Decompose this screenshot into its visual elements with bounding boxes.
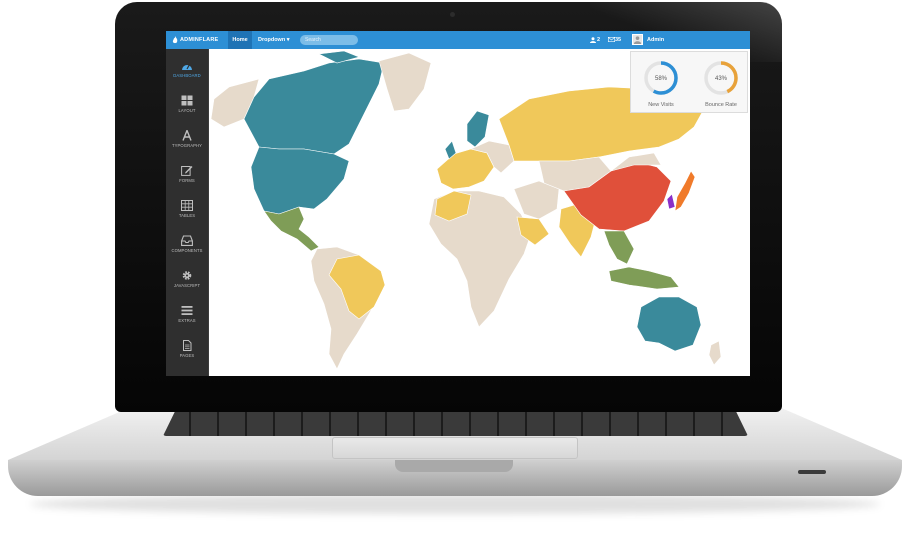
sidebar-item-label: TYPOGRAPHY — [171, 143, 203, 148]
laptop-shadow — [30, 494, 880, 514]
sidebar-item-components[interactable]: COMPONENTS — [166, 228, 208, 262]
country-mexico — [263, 206, 320, 252]
laptop-led — [798, 470, 826, 474]
camera — [450, 12, 455, 17]
stats-widget: 58% New Visits 43% Bounce Rate — [630, 51, 748, 113]
brand-logo[interactable]: ADMINFLARE — [180, 31, 218, 49]
laptop-keyboard — [163, 412, 748, 436]
bounce-rate-label: Bounce Rate — [705, 102, 737, 108]
search-input[interactable] — [300, 35, 358, 45]
new-visits-gauge: 58% — [644, 61, 678, 95]
laptop-notch — [395, 460, 513, 472]
country-new-zealand — [708, 340, 722, 366]
sidebar-item-typography[interactable]: TYPOGRAPHY — [166, 123, 208, 157]
layout-icon — [181, 95, 193, 106]
sidebar-item-tables[interactable]: TABLES — [166, 193, 208, 227]
country-canada — [243, 58, 385, 155]
sidebar-item-javascript[interactable]: JAVASCRIPT — [166, 263, 208, 297]
bounce-rate-value: 43% — [715, 76, 728, 82]
top-navbar: ADMINFLARE Home Dropdown ▾ 2 35 Admin — [166, 31, 750, 49]
sidebar-item-label: PAGES — [179, 353, 195, 358]
sidebar-item-forms[interactable]: FORMS — [166, 158, 208, 192]
nav-dropdown[interactable]: Dropdown ▾ — [258, 31, 289, 49]
country-japan — [674, 170, 696, 212]
flame-icon — [172, 36, 178, 44]
sidebar-item-label: JAVASCRIPT — [173, 283, 201, 288]
avatar-icon — [633, 36, 642, 44]
sidebar-item-label: EXTRAS — [178, 318, 196, 323]
sidebar-item-label: FORMS — [179, 178, 195, 183]
sidebar-item-label: LAYOUT — [178, 108, 196, 113]
country-korea — [666, 193, 676, 210]
sidebar-item-label: DASHBOARD — [173, 73, 201, 78]
country-greenland — [378, 52, 432, 112]
table-icon — [181, 200, 193, 211]
bounce-rate-gauge: 43% — [704, 61, 738, 95]
user-icon[interactable] — [590, 37, 596, 43]
file-icon — [183, 340, 192, 351]
laptop-trackpad — [332, 437, 578, 459]
sidebar-item-pages[interactable]: PAGES — [166, 333, 208, 367]
country-middle-east — [513, 180, 560, 220]
users-count: 2 — [597, 37, 601, 43]
user-name[interactable]: Admin — [647, 31, 664, 49]
messages-count: 35 — [615, 37, 622, 43]
menu-icon — [181, 306, 193, 315]
sidebar-item-label: COMPONENTS — [171, 248, 203, 253]
avatar[interactable] — [632, 34, 643, 45]
sidebar-item-extras[interactable]: EXTRAS — [166, 298, 208, 332]
dashboard-icon — [182, 64, 192, 70]
country-australia — [636, 296, 702, 352]
country-usa — [250, 146, 350, 215]
new-visits-value: 58% — [655, 76, 668, 82]
country-scandinavia — [466, 110, 490, 148]
country-se-asia — [603, 230, 635, 265]
typography-icon — [182, 130, 192, 141]
sidebar-item-label: TABLES — [178, 213, 196, 218]
sidebar-item-dashboard[interactable]: DASHBOARD — [166, 53, 208, 87]
edit-icon — [181, 166, 193, 176]
inbox-icon — [181, 235, 193, 246]
nav-home[interactable]: Home — [228, 31, 252, 49]
screen: ADMINFLARE Home Dropdown ▾ 2 35 Admin DA… — [166, 31, 750, 376]
country-europe-west — [436, 148, 495, 190]
gear-icon — [182, 271, 192, 280]
sidebar-item-layout[interactable]: LAYOUT — [166, 88, 208, 122]
country-indonesia — [608, 266, 680, 290]
sidebar: DASHBOARD LAYOUT TYPOGRAPHY FORMS TABLES… — [166, 49, 209, 376]
mail-icon[interactable] — [608, 37, 615, 42]
new-visits-label: New Visits — [648, 102, 674, 108]
